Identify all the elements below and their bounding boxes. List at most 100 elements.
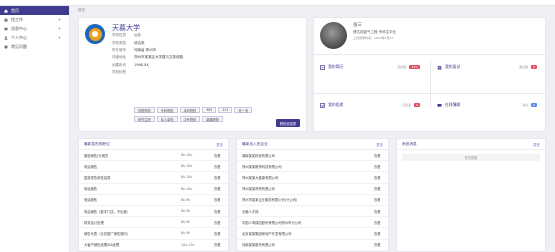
question-icon — [4, 44, 8, 49]
view-link[interactable]: 查看 — [374, 164, 383, 169]
view-link[interactable]: 查看 — [214, 231, 223, 236]
latest-jobs-panel: 最新发布的职位 更多 渠道销售/分销员 6k-10k 查看 电话销售 6k-10k 查看… — [78, 138, 229, 252]
panel-title: 系统消息 — [402, 141, 417, 146]
status-badge: 0 — [414, 102, 420, 108]
table-row[interactable]: 电话销售 6k-10k 查看 — [79, 161, 228, 173]
sidebar-item-home[interactable]: 首页 — [0, 6, 69, 15]
school-tag: 双一流 — [234, 107, 252, 113]
info-row: 详细地址 郑州市某某区大学路与文苑西路 — [112, 55, 183, 60]
sidebar-item-find-job[interactable]: 找工作 + — [0, 15, 69, 24]
table-row[interactable]: 天鹿人才网 查看 — [237, 206, 388, 218]
school-tag: 211 — [218, 107, 233, 113]
sidebar-item-messages[interactable]: 消息中心 + — [0, 24, 69, 33]
table-row[interactable]: 郑州某某大健康有限公司 查看 — [237, 172, 388, 184]
send-icon — [320, 102, 325, 108]
stat-interview[interactable]: 我的面试 面试数 0 — [431, 60, 543, 74]
view-link[interactable]: 查看 — [374, 175, 383, 180]
interview-icon — [437, 65, 442, 70]
view-link[interactable]: 查看 — [214, 175, 223, 180]
more-link[interactable]: 更多 — [376, 142, 383, 147]
view-link[interactable]: 查看 — [374, 242, 383, 247]
view-link[interactable]: 查看 — [374, 220, 383, 225]
view-link[interactable]: 查看 — [374, 231, 383, 236]
view-link[interactable]: 查看 — [214, 153, 223, 158]
school-logo — [85, 24, 105, 44]
sidebar-item-personal[interactable]: 个人中心 + — [0, 33, 69, 42]
panel-title: 最新加入的企业 — [242, 141, 268, 146]
school-tag: 研究生院 — [134, 116, 155, 122]
profile-card: 张三 博达技能气工程 专科生毕业 上次登录时间：2023年4月27 我的简历 完… — [313, 17, 546, 132]
info-row: 学校标签 — [112, 70, 126, 75]
user-icon — [4, 35, 8, 40]
view-link[interactable]: 查看 — [374, 153, 383, 158]
school-tag: 本科院校 — [179, 107, 201, 113]
school-tag: 首属院校 — [134, 107, 155, 113]
table-row[interactable]: 销售代表（业务推广销售顾问） 6k-9k 查看 — [79, 228, 228, 240]
school-card: 天慕大学 学校性质 公办 学校类型 综合类 所在城市 河南省 郑州市 详细地址 郑州市某… — [78, 17, 307, 132]
expand-icon: + — [57, 26, 61, 31]
status-badge: 0 — [531, 102, 537, 108]
table-row[interactable]: 直营零售销售结算 6k-10k 查看 — [79, 172, 228, 184]
expand-icon: + — [57, 17, 61, 22]
more-link[interactable]: 更多 — [216, 142, 223, 147]
stat-resume[interactable]: 我的简历 完成度 34% — [314, 60, 426, 74]
sidebar-item-label: 消息中心 — [11, 25, 27, 31]
chat-icon — [437, 103, 442, 108]
table-row[interactable]: 郑州某某教育科技有限公司 查看 — [237, 161, 388, 173]
view-link[interactable]: 查看 — [374, 209, 383, 214]
table-row[interactable]: 电话销售（数字门店，不出差） 6k-9k 查看 — [79, 206, 228, 218]
sidebar-item-faq[interactable]: 常见问题 — [0, 42, 69, 51]
view-link[interactable]: 查看 — [374, 197, 383, 202]
table-row[interactable]: 电话销售 6k-10k 查看 — [79, 184, 228, 195]
view-link[interactable]: 查看 — [214, 209, 223, 214]
panel-title: 最新发布的职位 — [84, 141, 110, 146]
sidebar-item-label: 常见问题 — [11, 43, 27, 49]
info-row: 学校性质 公办 — [112, 33, 141, 38]
table-row[interactable]: 电话销售 6k-9k 查看 — [79, 195, 228, 206]
view-link[interactable]: 查看 — [214, 220, 223, 225]
info-row: 所在城市 河南省 郑州市 — [112, 47, 157, 52]
status-badge: 0 — [531, 64, 537, 70]
stat-delivery[interactable]: 我的投递 已投递 0 — [314, 98, 426, 112]
divider — [430, 60, 431, 106]
latest-companies-panel: 最新加入的企业 更多 湖南某某科技有限公司 查看 郑州某某教育科技有限公司 查看 郑… — [236, 138, 389, 252]
table-row[interactable]: 财务会计处理 6k-9k 查看 — [79, 217, 228, 229]
breadcrumb[interactable]: 首页 — [78, 8, 85, 15]
user-major: 博达技能气工程 专科生毕业 — [353, 30, 397, 34]
table-row[interactable]: 中国人寿保险股份有限公司郑州市分公司 查看 — [237, 217, 388, 229]
expand-icon: + — [57, 35, 61, 40]
status-badge: 34% — [409, 64, 420, 70]
last-login: 上次登录时间：2023年4月27 — [353, 36, 394, 40]
avatar[interactable] — [320, 22, 347, 49]
school-tag: 新疆院校 — [202, 116, 223, 122]
system-notices-panel: 系统消息 更多 暂无数据 — [396, 138, 546, 252]
table-row[interactable]: 湖南某某科技有限公司 查看 — [237, 150, 388, 162]
more-link[interactable]: 更多 — [533, 142, 540, 147]
resume-icon — [320, 64, 325, 70]
table-row[interactable]: 郑州市某某企业服务有限公司(分公司) 查看 — [237, 195, 388, 206]
sidebar-item-label: 找工作 — [11, 16, 23, 22]
view-link[interactable]: 查看 — [214, 186, 223, 191]
school-info: 学校性质 公办 学校类型 综合类 所在城市 河南省 郑州市 详细地址 郑州市某某区大学路… — [112, 32, 183, 76]
table-row[interactable]: 郑州某某商贸有限公司 查看 — [237, 184, 388, 195]
school-tag: 中专院校 — [179, 116, 201, 122]
school-detail-button[interactable]: 院校信息表 — [276, 119, 300, 127]
sidebar-item-label: 个人中心 — [11, 34, 27, 40]
empty-state: 暂无数据 — [402, 154, 540, 161]
view-link[interactable]: 查看 — [214, 164, 223, 169]
top-bar — [0, 0, 555, 6]
view-link[interactable]: 查看 — [214, 242, 223, 247]
message-icon — [4, 27, 8, 31]
sidebar: 首页 找工作 + 消息中心 + 个人中心 + 常见问题 — [0, 6, 70, 252]
info-row: 学校类型 综合类 — [112, 40, 145, 45]
info-row: 创建年份 1966-XX — [112, 62, 149, 68]
table-row[interactable]: 河南某某股份有限公司 查看 — [237, 240, 388, 251]
view-link[interactable]: 查看 — [214, 197, 223, 202]
view-link[interactable]: 查看 — [374, 186, 383, 191]
home-icon — [4, 8, 8, 13]
table-row[interactable]: 大客户销售经理/KA经理 10k-13k 查看 — [79, 240, 228, 251]
user-name: 张三 — [353, 23, 362, 28]
table-row[interactable]: 渠道销售/分销员 6k-10k 查看 — [79, 150, 228, 162]
table-row[interactable]: 北京某某集团房地产开发有限公司 查看 — [237, 228, 388, 240]
stat-chat[interactable]: 在线簿聊 消息 0 — [431, 98, 543, 112]
